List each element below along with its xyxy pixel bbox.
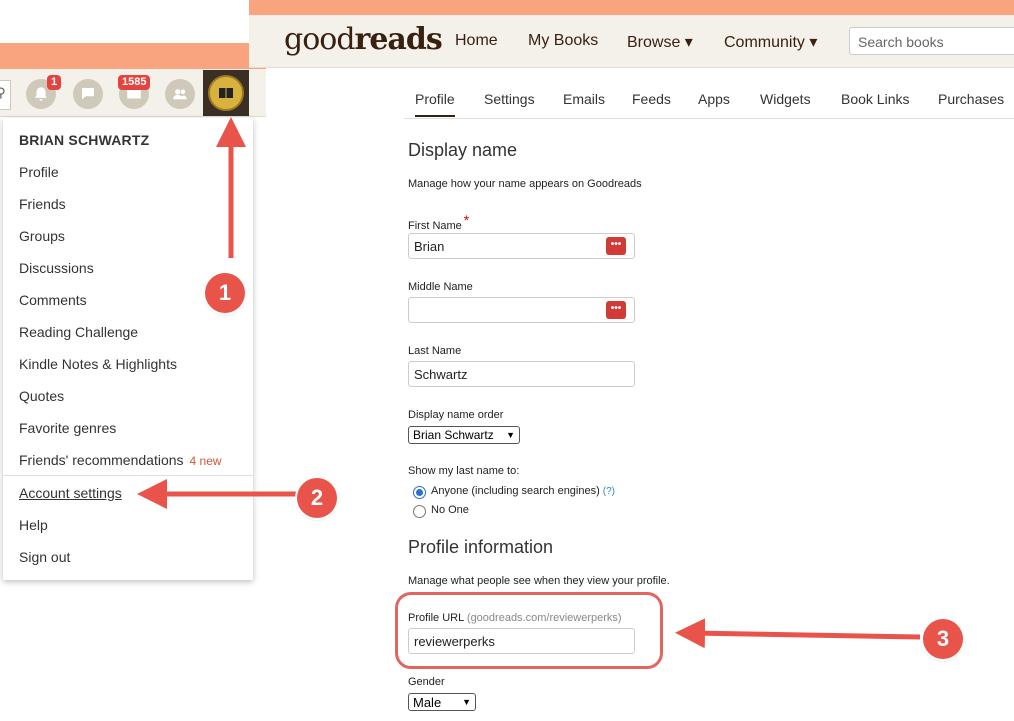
notifications-badge: 1: [47, 75, 62, 90]
tab-apps[interactable]: Apps: [698, 91, 730, 107]
left-top-banner: [0, 43, 266, 69]
dropdown-item-groups[interactable]: Groups: [19, 228, 65, 244]
dropdown-item-help[interactable]: Help: [19, 517, 48, 533]
radio-anyone-label: Anyone (including search engines) (?): [431, 485, 615, 497]
required-asterisk: *: [463, 212, 470, 228]
middle-name-label: Middle Name: [408, 281, 473, 293]
radio-anyone[interactable]: [413, 486, 426, 499]
search-input-edge[interactable]: ⚲: [0, 80, 11, 110]
people-icon: [173, 89, 187, 100]
chevron-down-icon: ▼: [506, 430, 515, 440]
first-name-field[interactable]: Brian •••: [408, 233, 635, 259]
arrow-to-profile-url: [675, 618, 921, 649]
show-last-name-label: Show my last name to:: [408, 465, 520, 477]
dropdown-item-kindle-notes[interactable]: Kindle Notes & Highlights: [19, 356, 177, 372]
first-name-value: Brian: [414, 239, 445, 254]
step-3-marker: 3: [923, 619, 963, 659]
display-name-heading: Display name: [408, 140, 518, 160]
dropdown-item-favorite-genres[interactable]: Favorite genres: [19, 420, 116, 436]
dropdown-user-name: BRIAN SCHWARTZ: [19, 132, 150, 148]
search-icon: ⚲: [0, 85, 6, 100]
dropdown-item-comments[interactable]: Comments: [19, 292, 87, 308]
top-banner: [249, 0, 1014, 15]
last-name-label: Last Name: [408, 345, 462, 357]
avatar: [208, 75, 244, 111]
radio-anyone-text: Anyone (including search engines): [431, 485, 600, 497]
tab-widgets[interactable]: Widgets: [760, 91, 811, 107]
dropdown-item-profile[interactable]: Profile: [19, 164, 59, 180]
password-manager-icon[interactable]: •••: [606, 237, 626, 255]
tab-profile[interactable]: Profile: [415, 91, 455, 117]
step-1-marker: 1: [205, 273, 245, 313]
middle-name-field[interactable]: •••: [408, 297, 635, 323]
last-name-field[interactable]: Schwartz: [408, 361, 635, 387]
tab-book-links[interactable]: Book Links: [841, 91, 909, 107]
logo-part-reads: reads: [354, 22, 443, 57]
tab-divider: [404, 118, 1014, 119]
tab-settings[interactable]: Settings: [484, 91, 535, 107]
profile-info-description: Manage what people see when they view yo…: [408, 575, 670, 587]
messages-badge: 1585: [118, 75, 151, 90]
friends-recs-new-badge: 4 new: [189, 454, 222, 468]
profile-dropdown-menu: BRIAN SCHWARTZ Profile Friends Groups Di…: [3, 118, 253, 580]
last-name-value: Schwartz: [414, 367, 468, 382]
goodreads-logo[interactable]: goodreads: [284, 22, 443, 57]
gender-select[interactable]: Male ▼: [408, 693, 476, 711]
first-name-label-text: First Name: [408, 220, 462, 232]
dropdown-item-quotes[interactable]: Quotes: [19, 388, 64, 404]
profile-info-heading: Profile information: [408, 537, 554, 557]
radio-no-one[interactable]: [413, 505, 426, 518]
dropdown-item-reading-challenge[interactable]: Reading Challenge: [19, 324, 138, 340]
gender-value: Male: [413, 694, 442, 710]
first-name-label: First Name *: [408, 212, 469, 232]
display-order-label: Display name order: [408, 409, 504, 421]
display-order-value: Brian Schwartz: [413, 428, 494, 442]
search-input[interactable]: Search books: [849, 27, 1014, 55]
nav-community[interactable]: Community ▾: [724, 32, 817, 52]
step-2-marker: 2: [297, 478, 337, 518]
dropdown-item-friends[interactable]: Friends: [19, 196, 66, 212]
nav-home[interactable]: Home: [455, 32, 498, 50]
tab-purchases[interactable]: Purchases: [938, 91, 1004, 107]
chat-bubble-icon: [82, 88, 94, 100]
nav-browse[interactable]: Browse ▾: [627, 32, 693, 52]
display-order-select[interactable]: Brian Schwartz ▼: [408, 426, 520, 444]
friends-recs-label: Friends' recommendations: [19, 452, 184, 468]
gender-label: Gender: [408, 676, 445, 688]
help-link[interactable]: (?): [603, 486, 615, 497]
chevron-down-icon: ▼: [462, 697, 471, 707]
friends-button[interactable]: [165, 79, 195, 109]
tab-feeds[interactable]: Feeds: [632, 91, 671, 107]
dropdown-divider: [3, 475, 253, 476]
dropdown-item-friends-recommendations[interactable]: Friends' recommendations 4 new: [19, 452, 222, 468]
display-name-description: Manage how your name appears on Goodread…: [408, 178, 642, 190]
radio-no-one-label: No One: [431, 504, 469, 516]
password-manager-icon[interactable]: •••: [606, 301, 626, 319]
discussions-button[interactable]: [73, 79, 103, 109]
avatar-button[interactable]: [203, 70, 249, 116]
tab-emails[interactable]: Emails: [563, 91, 605, 107]
dropdown-item-sign-out[interactable]: Sign out: [19, 549, 70, 565]
nav-my-books[interactable]: My Books: [528, 32, 598, 50]
book-icon: [219, 88, 233, 98]
profile-url-highlight: [395, 592, 663, 669]
dropdown-item-account-settings[interactable]: Account settings: [19, 485, 122, 501]
dropdown-item-discussions[interactable]: Discussions: [19, 260, 94, 276]
logo-part-good: good: [284, 22, 356, 57]
